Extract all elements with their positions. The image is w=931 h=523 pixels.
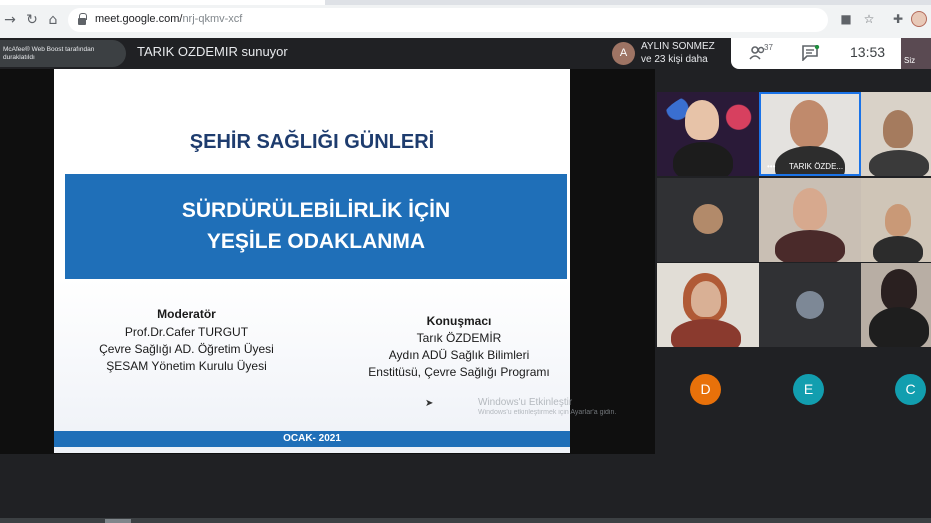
participant-body — [873, 236, 923, 262]
moderator-name: Prof.Dr.Cafer TURGUT — [124, 325, 249, 339]
participant-body — [671, 319, 741, 347]
profile-avatar[interactable] — [911, 11, 927, 27]
people-button[interactable]: 37 — [749, 43, 775, 61]
participant-tile[interactable] — [759, 178, 861, 262]
chat-icon — [802, 44, 820, 62]
participant-body — [775, 146, 845, 174]
speaker-program: Enstitüsü, Çevre Sağlığı Programı — [368, 365, 550, 379]
participant-avatar-c[interactable]: C — [895, 374, 926, 405]
avatar-letter: E — [803, 381, 814, 397]
meeting-clock: 13:53 — [850, 44, 886, 60]
slide-title: ŞEHİR SAĞLIĞI GÜNLERİ — [189, 131, 435, 153]
meet-bottom-area — [0, 454, 931, 523]
scrollbar-thumb[interactable] — [105, 519, 131, 523]
star-icon[interactable]: ☆ — [862, 12, 876, 26]
participant-tile[interactable] — [861, 263, 931, 347]
back-icon[interactable]: → — [3, 13, 17, 27]
presented-slide: ŞEHİR SAĞLIĞI GÜNLERİ SÜRDÜRÜLEBİLİRLİK … — [54, 69, 570, 453]
more-icon[interactable]: ••• — [767, 162, 775, 171]
active-speaker-avatar: A — [612, 42, 635, 65]
slide-band-line1: SÜRDÜRÜLEBİLİRLİK İÇİN — [181, 199, 451, 222]
active-tab[interactable] — [0, 0, 325, 5]
participant-tile[interactable] — [657, 92, 759, 176]
self-label: Siz — [904, 56, 916, 65]
participant-face — [793, 188, 827, 230]
participant-tile[interactable] — [861, 178, 931, 262]
participant-face — [691, 281, 721, 317]
lock-icon — [78, 13, 87, 25]
participant-tile-pinned[interactable]: ••• TARIK ÖZDE... — [759, 92, 861, 176]
windows-activation-text: Windows'u etkinleştirmek için Ayarlar'a … — [478, 409, 617, 416]
participant-body — [673, 142, 733, 176]
reload-icon[interactable]: ↻ — [25, 13, 39, 27]
self-view-tile[interactable]: Siz — [901, 38, 931, 69]
avatar-letter: C — [905, 381, 916, 397]
tab-strip — [0, 0, 931, 5]
moderator-role: ŞESAM Yönetim Kurulu Üyesi — [106, 359, 267, 373]
url-text[interactable]: meet.google.com/nrj-qkmv-xcf — [95, 13, 242, 25]
moderator-heading: Moderatör — [157, 307, 216, 321]
windows-activation-title: Windows'u Etkinleştir — [478, 397, 573, 408]
participant-face — [790, 100, 828, 148]
participant-tile[interactable] — [861, 92, 931, 176]
presenter-label: TARIK OZDEMIR sunuyor — [137, 44, 288, 59]
home-icon[interactable]: ⌂ — [46, 13, 60, 27]
speaker-name: Tarık ÖZDEMİR — [416, 331, 502, 345]
avatar-letter: D — [700, 381, 711, 397]
extensions-icon[interactable]: ✚ — [891, 12, 905, 26]
participant-face — [885, 204, 911, 236]
speaker-heading: Konuşmacı — [426, 314, 492, 328]
participant-avatar-photo — [796, 291, 824, 319]
participant-tile[interactable] — [657, 178, 759, 262]
participant-tile[interactable] — [657, 263, 759, 347]
active-speaker[interactable]: A AYLIN SONMEZ ve 23 kişi daha — [606, 38, 730, 69]
participant-grid: ••• TARIK ÖZDE... D E C — [655, 69, 931, 454]
speaker-affiliation: Aydın ADÜ Sağlık Bilimleri — [388, 348, 530, 362]
participant-avatar-d[interactable]: D — [690, 374, 721, 405]
participant-avatar-photo — [693, 204, 723, 234]
pinned-tile-name: TARIK ÖZDE... — [789, 162, 844, 171]
participant-body — [775, 230, 845, 262]
participant-body — [869, 150, 929, 176]
chat-button[interactable] — [802, 44, 820, 62]
browser-toolbar: → ↻ ⌂ meet.google.com/nrj-qkmv-xcf ■ ☆ ✚ — [0, 0, 931, 38]
participant-hair — [881, 269, 917, 311]
participants-count: 37 — [764, 43, 773, 52]
address-bar[interactable]: meet.google.com/nrj-qkmv-xcf — [68, 8, 828, 32]
participant-body — [869, 307, 929, 347]
mcafee-notice[interactable]: McAfee® Web Boost tarafından duraklatıld… — [0, 40, 126, 67]
active-speaker-name: AYLIN SONMEZ — [641, 41, 715, 52]
url-host: meet.google.com/ — [95, 13, 183, 25]
moderator-title: Çevre Sağlığı AD. Öğretim Üyesi — [99, 342, 274, 356]
slide-footer: OCAK- 2021 — [54, 431, 570, 447]
participant-face — [883, 110, 913, 148]
slide-title-band: SÜRDÜRÜLEBİLİRLİK İÇİN YEŞİLE ODAKLANMA — [65, 174, 567, 279]
participant-avatar-e[interactable]: E — [793, 374, 824, 405]
others-count: ve 23 kişi daha — [641, 54, 708, 65]
slide-band-line2: YEŞİLE ODAKLANMA — [206, 230, 426, 253]
participant-tile[interactable] — [759, 263, 861, 347]
mouse-cursor-icon: ➤ — [425, 398, 434, 409]
url-path: nrj-qkmv-xcf — [182, 13, 243, 25]
participant-face — [685, 100, 719, 140]
camera-icon[interactable]: ■ — [839, 12, 853, 26]
horizontal-scrollbar[interactable] — [0, 518, 931, 523]
